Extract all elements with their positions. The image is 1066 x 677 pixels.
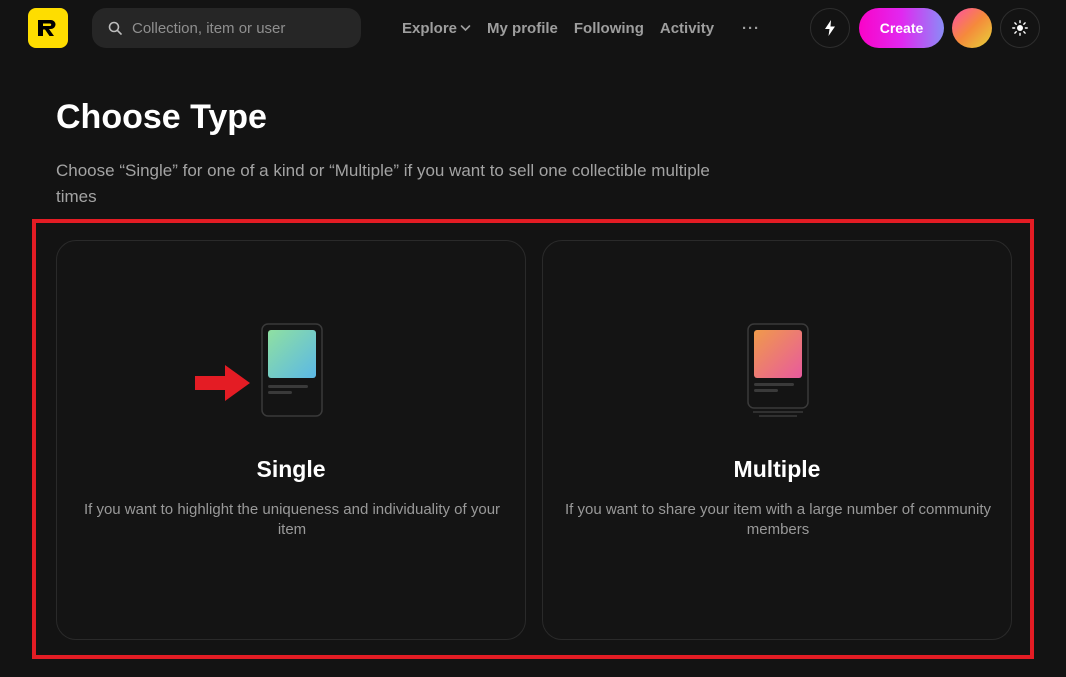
search-bar[interactable] (92, 8, 361, 48)
nav-activity[interactable]: Activity (660, 20, 714, 37)
annotation-arrow-icon (195, 365, 250, 401)
chevron-down-icon (460, 25, 471, 32)
nav-following[interactable]: Following (574, 20, 644, 37)
more-menu-button[interactable]: ··· (742, 20, 760, 37)
nav-explore-label: Explore (402, 19, 458, 37)
single-item-icon (261, 323, 323, 417)
nav-explore[interactable]: Explore (402, 20, 471, 37)
theme-toggle-button[interactable] (1000, 8, 1040, 48)
multiple-title: Multiple (733, 456, 821, 482)
sun-icon (1012, 20, 1028, 36)
logo-icon (38, 20, 56, 36)
create-button[interactable]: Create (859, 8, 944, 48)
page-title: Choose Type (56, 98, 267, 136)
lightning-button[interactable] (810, 8, 850, 48)
multiple-items-icon (747, 323, 809, 417)
single-title: Single (256, 456, 326, 482)
single-description: If you want to highlight the uniqueness … (83, 501, 501, 538)
lightning-icon (825, 20, 835, 36)
top-navbar: Explore My profile Following Activity ··… (0, 0, 1066, 56)
type-option-multiple[interactable]: Multiple If you want to share your item … (542, 240, 1012, 640)
search-icon (108, 21, 122, 35)
avatar[interactable] (952, 8, 992, 48)
rarible-logo[interactable] (28, 8, 68, 48)
search-input[interactable] (132, 19, 347, 37)
multiple-description: If you want to share your item with a la… (564, 501, 992, 538)
type-option-single[interactable]: Single If you want to highlight the uniq… (56, 240, 526, 640)
main-nav: Explore My profile Following Activity ··… (402, 18, 776, 38)
page-description: Choose “Single” for one of a kind or “Mu… (56, 161, 710, 206)
nav-my-profile[interactable]: My profile (487, 20, 558, 37)
